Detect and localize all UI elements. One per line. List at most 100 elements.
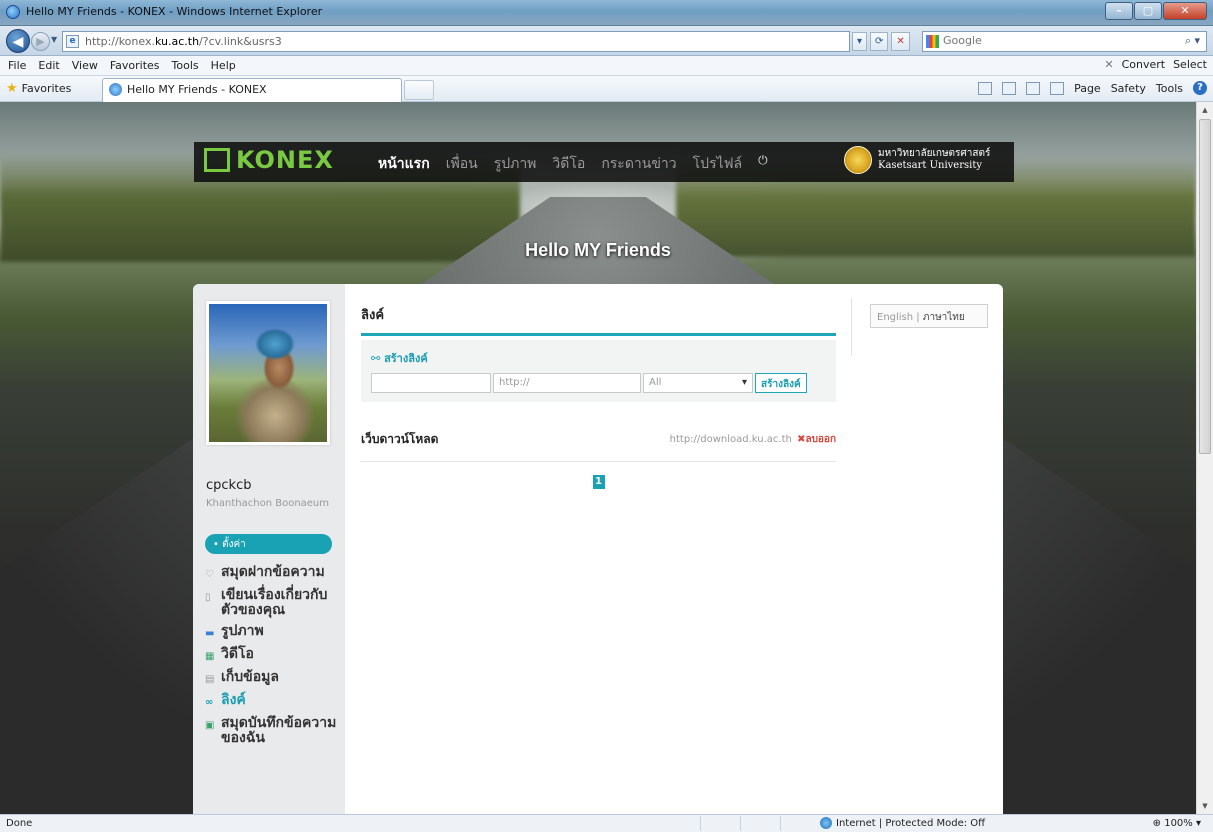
search-box[interactable]: ⌕ ▾ xyxy=(922,31,1207,52)
sidebar-item-photos[interactable]: ▬ รูปภาพ xyxy=(205,624,340,641)
chevron-down-icon: ▾ xyxy=(741,377,747,388)
sidebar-item-storage[interactable]: ▤ เก็บข้อมูล xyxy=(205,670,340,687)
image-icon: ▬ xyxy=(205,628,215,639)
nav-profile[interactable]: โปรไฟล์ xyxy=(693,153,742,175)
internet-explorer-icon xyxy=(6,5,20,19)
zoom-level[interactable]: ⊕ 100% ▾ xyxy=(1153,818,1201,829)
nav-videos[interactable]: วิดีโอ xyxy=(552,153,585,175)
nav-friends[interactable]: เพื่อน xyxy=(446,153,478,175)
sidebar-item-label: เขียนเรื่องเกี่ยวกับตัวของคุณ xyxy=(221,587,328,618)
menu-view[interactable]: View xyxy=(72,59,98,72)
stop-button[interactable]: ✕ xyxy=(891,32,910,51)
scroll-up-icon[interactable]: ▲ xyxy=(1197,102,1213,118)
profile-photo[interactable] xyxy=(206,301,330,445)
window-titlebar: Hello MY Friends - KONEX - Windows Inter… xyxy=(0,0,1213,26)
window-title: Hello MY Friends - KONEX - Windows Inter… xyxy=(26,5,323,18)
scrollbar-thumb[interactable] xyxy=(1199,119,1211,454)
content-card: cpckcb Khanthachon Boonaeum • ตั้งค่า ♡ … xyxy=(193,284,1003,814)
link-name-input[interactable] xyxy=(371,373,491,393)
feeds-icon[interactable] xyxy=(1002,81,1017,95)
close-toolbar-icon[interactable]: ✕ xyxy=(1104,58,1113,71)
command-bar: Page Safety Tools ? xyxy=(978,81,1207,95)
tools-menu[interactable]: Tools xyxy=(1156,82,1183,95)
link-meta: http://download.ku.ac.th ✖ลบออก xyxy=(670,432,836,447)
address-bar: ◀ ▶ ▼ e http://konex.ku.ac.th/?cv.link&u… xyxy=(0,26,1213,56)
menu-file[interactable]: File xyxy=(8,59,26,72)
url-field[interactable]: e http://konex.ku.ac.th/?cv.link&usrs3 xyxy=(62,31,850,52)
storage-icon: ▤ xyxy=(205,674,215,685)
safety-menu[interactable]: Safety xyxy=(1111,82,1146,95)
help-icon[interactable]: ? xyxy=(1193,81,1207,95)
menu-tools[interactable]: Tools xyxy=(172,59,199,72)
link-title[interactable]: เว็บดาวน์โหลด xyxy=(361,430,438,449)
menu-favorites[interactable]: Favorites xyxy=(110,59,160,72)
menu-help[interactable]: Help xyxy=(211,59,236,72)
new-tab-button[interactable] xyxy=(404,80,434,100)
back-button[interactable]: ◀ xyxy=(6,29,30,53)
print-icon[interactable] xyxy=(1050,81,1065,95)
link-url-input[interactable]: http:// xyxy=(493,373,641,393)
page-icon: e xyxy=(66,35,79,48)
mail-icon[interactable] xyxy=(1026,81,1041,95)
site-navbar: KONEX หน้าแรก เพื่อน รูปภาพ วิดีโอ กระดา… xyxy=(194,142,1014,182)
pagination: 1 xyxy=(361,474,836,489)
sidebar-item-notebook[interactable]: ▣ สมุดบันทึกข้อความของฉัน xyxy=(205,716,340,746)
search-icon[interactable]: ⌕ ▾ xyxy=(1185,34,1200,48)
university-seal-icon xyxy=(844,146,872,174)
nav-home[interactable]: หน้าแรก xyxy=(378,153,430,175)
links-panel: ลิงค์ ⚯ สร้างลิงค์ http:// All ▾ สร้างลิ… xyxy=(361,304,836,489)
tab-title: Hello MY Friends - KONEX xyxy=(127,83,267,96)
zone-text: Internet | Protected Mode: Off xyxy=(836,817,986,829)
favorites-label: Favorites xyxy=(21,82,72,95)
username[interactable]: cpckcb xyxy=(206,478,251,493)
link-url[interactable]: http://download.ku.ac.th xyxy=(670,434,792,445)
document-icon: ▯ xyxy=(205,592,211,603)
column-divider xyxy=(851,298,852,356)
select-button[interactable]: Select xyxy=(1173,58,1207,71)
sidebar-item-guestbook[interactable]: ♡ สมุดฝากข้อความ xyxy=(205,565,340,582)
hero-title: Hello MY Friends xyxy=(525,240,671,260)
forward-button[interactable]: ▶ xyxy=(31,32,50,51)
page-number-current[interactable]: 1 xyxy=(592,475,605,489)
page-menu[interactable]: Page xyxy=(1074,82,1101,95)
menu-edit[interactable]: Edit xyxy=(38,59,59,72)
maximize-button[interactable]: ▢ xyxy=(1134,2,1162,20)
search-input[interactable] xyxy=(943,34,1173,47)
refresh-button[interactable]: ⟳ xyxy=(870,32,889,51)
google-icon xyxy=(926,35,939,48)
minimize-button[interactable]: – xyxy=(1105,2,1133,20)
security-zone[interactable]: Internet | Protected Mode: Off xyxy=(820,817,985,829)
tab-favicon-icon xyxy=(109,83,122,96)
lang-english[interactable]: English xyxy=(877,312,913,323)
lang-thai[interactable]: ภาษาไทย xyxy=(923,312,965,323)
logout-power-icon[interactable]: ⏻ xyxy=(758,153,768,175)
convert-button[interactable]: Convert xyxy=(1122,58,1166,71)
favorites-button[interactable]: ★ Favorites xyxy=(6,81,71,96)
university-badge[interactable]: มหาวิทยาลัยเกษตรศาสตร์ Kasetsart Universi… xyxy=(844,146,990,174)
close-button[interactable]: ✕ xyxy=(1163,2,1207,20)
star-icon: ★ xyxy=(6,81,18,96)
nav-board[interactable]: กระดานข่าว xyxy=(601,153,676,175)
address-dropdown[interactable]: ▾ xyxy=(852,32,868,51)
category-value: All xyxy=(649,377,662,388)
sidebar-item-links[interactable]: ∞ ลิงค์ xyxy=(205,693,340,710)
browser-tab[interactable]: Hello MY Friends - KONEX xyxy=(102,78,402,102)
category-select[interactable]: All ▾ xyxy=(643,373,753,393)
window-controls: – ▢ ✕ xyxy=(1105,2,1207,20)
sidebar-item-label: สมุดบันทึกข้อความของฉัน xyxy=(221,715,337,746)
sidebar-item-about[interactable]: ▯ เขียนเรื่องเกี่ยวกับตัวของคุณ xyxy=(205,588,340,618)
globe-icon xyxy=(820,817,832,829)
home-icon[interactable] xyxy=(978,81,993,95)
vertical-scrollbar[interactable]: ▲ ▼ xyxy=(1196,102,1213,814)
sidebar-item-videos[interactable]: ▦ วิดีโอ xyxy=(205,647,340,664)
create-link-button[interactable]: สร้างลิงค์ xyxy=(755,373,807,393)
profile-menu: ♡ สมุดฝากข้อความ ▯ เขียนเรื่องเกี่ยวกับต… xyxy=(205,565,340,752)
url-text: http://konex.ku.ac.th/?cv.link&usrs3 xyxy=(85,35,282,48)
link-icon: ∞ xyxy=(205,697,214,708)
konex-logo[interactable]: KONEX xyxy=(204,148,334,172)
delete-link-button[interactable]: ✖ลบออก xyxy=(797,434,836,445)
settings-button[interactable]: • ตั้งค่า xyxy=(205,534,332,554)
scroll-down-icon[interactable]: ▼ xyxy=(1197,798,1213,814)
nav-photos[interactable]: รูปภาพ xyxy=(494,153,537,175)
recent-pages-dropdown[interactable]: ▼ xyxy=(51,35,57,44)
